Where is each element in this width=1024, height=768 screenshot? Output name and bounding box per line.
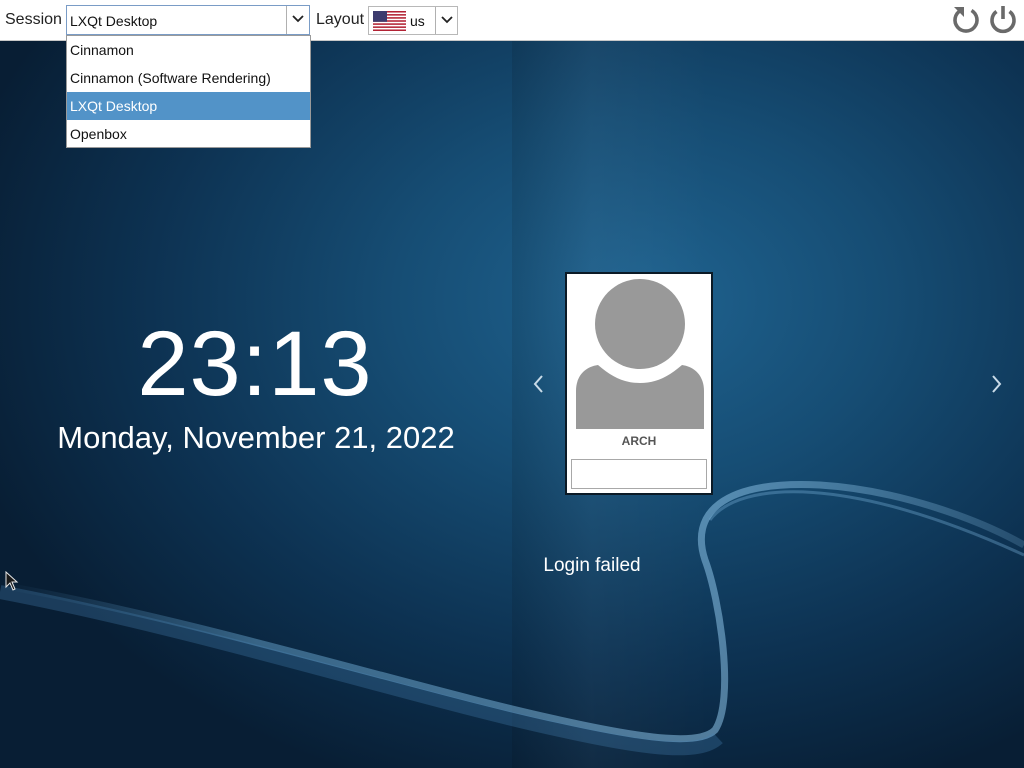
chevron-right-icon: [992, 375, 1002, 393]
session-option-cinnamon-software[interactable]: Cinnamon (Software Rendering): [67, 64, 310, 92]
session-dropdown-list: Cinnamon Cinnamon (Software Rendering) L…: [66, 35, 311, 148]
clock-time: 23:13: [137, 313, 373, 415]
chevron-left-icon: [533, 375, 543, 393]
session-select-arrow[interactable]: [286, 6, 309, 34]
clock-date: Monday, November 21, 2022: [57, 420, 455, 455]
power-icon: [990, 6, 1016, 34]
session-label: Session: [5, 11, 62, 28]
chevron-down-icon: [441, 16, 453, 24]
session-option-openbox[interactable]: Openbox: [67, 120, 310, 148]
next-user-button[interactable]: [988, 373, 1006, 395]
session-select-value: LXQt Desktop: [70, 13, 158, 29]
chevron-down-icon: [292, 15, 304, 23]
user-avatar-icon: [576, 279, 704, 429]
user-card[interactable]: ARCH: [565, 272, 713, 495]
password-field[interactable]: [571, 459, 707, 489]
layout-select-value: us: [410, 13, 425, 29]
previous-user-button[interactable]: [530, 373, 548, 395]
mouse-cursor-icon: [5, 571, 19, 591]
reboot-button[interactable]: [950, 4, 982, 36]
layout-select-arrow[interactable]: [435, 7, 457, 34]
us-flag-icon: [373, 11, 406, 31]
layout-select[interactable]: us: [368, 6, 458, 35]
login-status-message: Login failed: [543, 555, 641, 576]
layout-label: Layout: [316, 11, 365, 28]
user-name: ARCH: [621, 434, 657, 448]
session-select[interactable]: LXQt Desktop: [66, 5, 310, 35]
restart-icon: [953, 7, 979, 33]
power-button[interactable]: [987, 4, 1019, 36]
session-option-lxqt[interactable]: LXQt Desktop: [67, 92, 310, 120]
session-option-cinnamon[interactable]: Cinnamon: [67, 36, 310, 64]
